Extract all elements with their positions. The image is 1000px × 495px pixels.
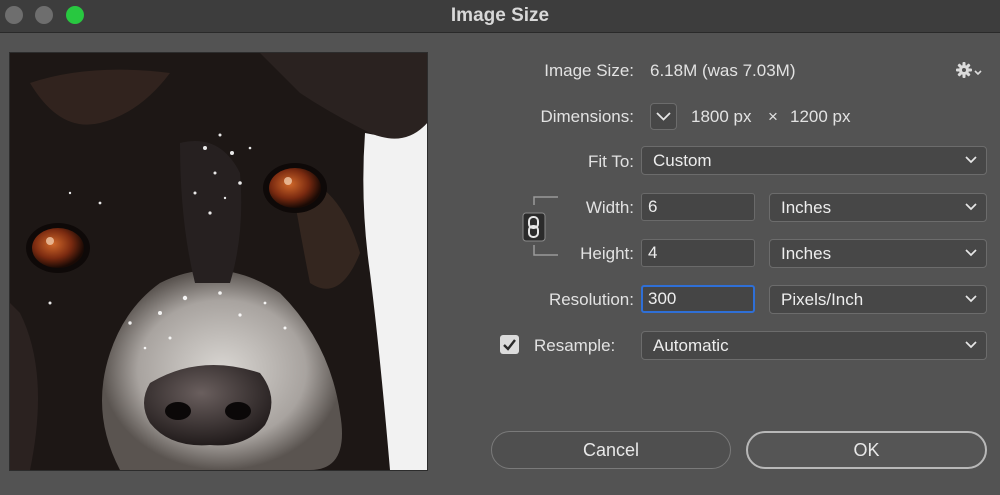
cancel-button[interactable]: Cancel <box>491 431 731 469</box>
image-preview[interactable] <box>9 52 428 471</box>
height-unit-dropdown[interactable]: Inches <box>769 239 987 268</box>
dimensions-label: Dimensions: <box>540 107 634 126</box>
resample-label: Resample: <box>534 336 616 355</box>
fit-to-value: Custom <box>653 151 712 170</box>
resample-method-dropdown[interactable]: Automatic <box>641 331 987 360</box>
dog-photo-preview <box>10 53 427 470</box>
resolution-unit-value: Pixels/Inch <box>781 290 864 309</box>
image-size-dialog: Image Size Image Size: 6.18M (was 7.03M)… <box>0 0 1000 495</box>
dialog-title: Image Size <box>450 5 550 26</box>
resample-method-value: Automatic <box>653 336 729 355</box>
height-label: Height: <box>580 244 634 263</box>
resolution-unit-dropdown[interactable]: Pixels/Inch <box>769 285 987 314</box>
width-unit-value: Inches <box>781 198 832 217</box>
resolution-label: Resolution: <box>548 290 634 309</box>
width-input[interactable]: 6 <box>641 193 755 221</box>
image-size-label: Image Size: <box>544 61 634 80</box>
fit-to-label: Fit To: <box>588 152 634 171</box>
dimensions-separator: × <box>768 107 778 126</box>
chevron-down-icon <box>656 112 671 121</box>
chevron-down-icon <box>965 203 977 211</box>
dimensions-height-value: 1200 px <box>790 107 851 126</box>
fit-to-dropdown[interactable]: Custom <box>641 146 987 175</box>
height-input[interactable]: 4 <box>641 239 755 267</box>
height-unit-value: Inches <box>781 244 832 263</box>
chevron-down-icon <box>965 249 977 257</box>
width-label: Width: <box>585 198 634 217</box>
chevron-down-icon <box>965 295 977 303</box>
chevron-down-icon <box>965 341 977 349</box>
dimensions-unit-dropdown[interactable] <box>650 103 677 130</box>
dimensions-width-value: 1800 px <box>691 107 752 126</box>
ok-button[interactable]: OK <box>746 431 987 469</box>
width-unit-dropdown[interactable]: Inches <box>769 193 987 222</box>
gear-icon[interactable] <box>955 60 983 80</box>
checkmark-icon <box>503 339 516 351</box>
title-bar: Image Size <box>0 0 1000 33</box>
chevron-down-icon <box>965 156 977 164</box>
resolution-input[interactable]: 300 <box>641 285 755 313</box>
resample-checkbox[interactable] <box>500 335 519 354</box>
image-size-value: 6.18M (was 7.03M) <box>650 61 796 80</box>
